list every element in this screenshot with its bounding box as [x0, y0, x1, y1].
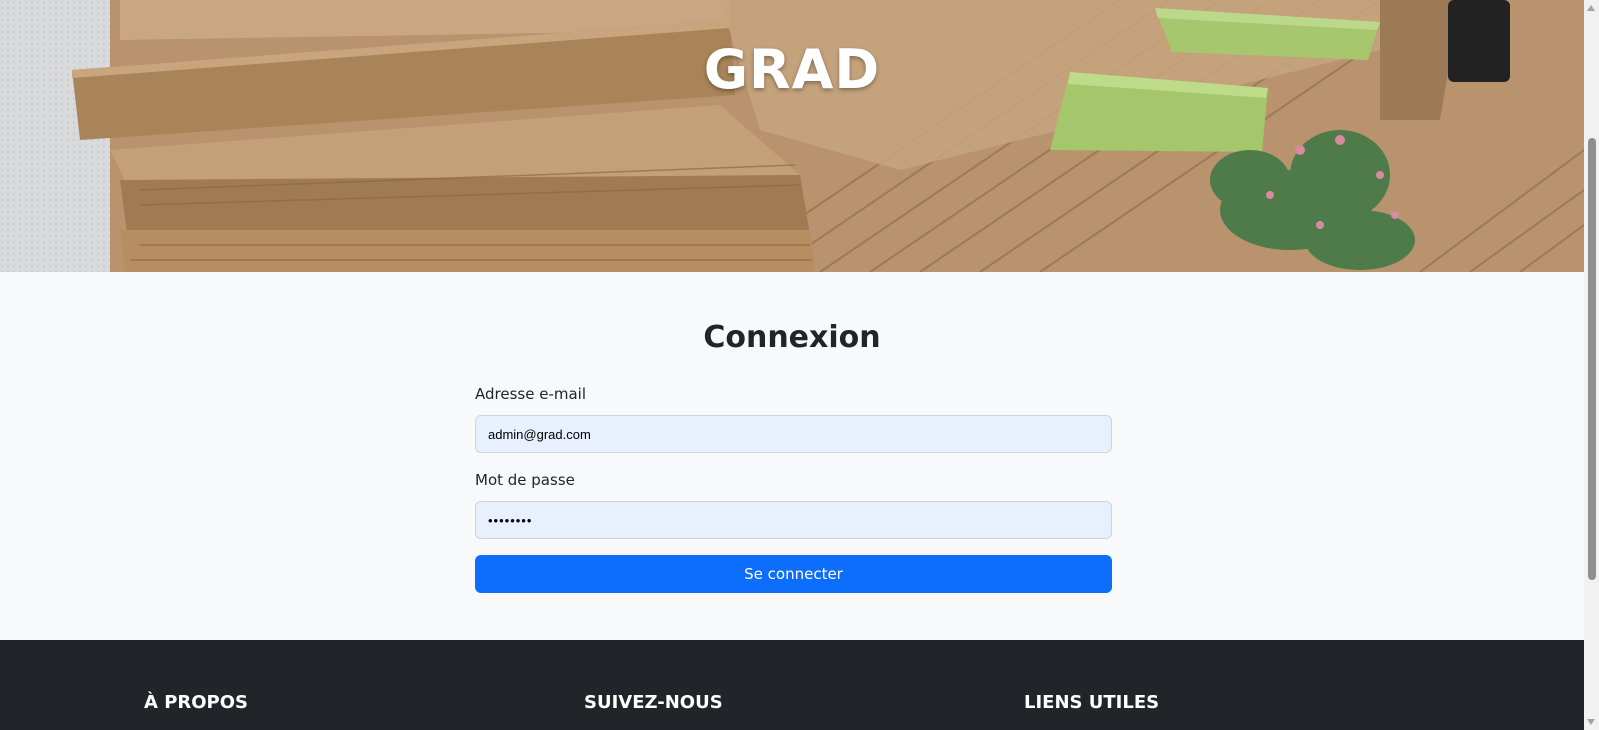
password-field[interactable] [475, 501, 1112, 539]
password-label: Mot de passe [475, 471, 575, 489]
scroll-down-arrow-icon[interactable] [1587, 719, 1595, 725]
footer-heading-about: À PROPOS [144, 692, 249, 713]
scroll-up-arrow-icon[interactable] [1587, 5, 1595, 11]
login-button[interactable]: Se connecter [475, 555, 1112, 593]
scroll-thumb[interactable] [1588, 138, 1596, 580]
hero-banner: GRAD [0, 0, 1584, 272]
email-field[interactable] [475, 415, 1112, 453]
page-scrollbar[interactable] [1584, 0, 1599, 730]
site-title: GRAD [703, 38, 881, 101]
login-section: Connexion Adresse e-mail Mot de passe Se… [0, 272, 1584, 640]
footer: À PROPOS SUIVEZ-NOUS LIENS UTILES [0, 640, 1584, 730]
email-label: Adresse e-mail [475, 385, 586, 403]
login-title: Connexion [703, 320, 881, 355]
footer-heading-links: LIENS UTILES [1024, 692, 1160, 713]
footer-heading-follow: SUIVEZ-NOUS [584, 692, 723, 713]
